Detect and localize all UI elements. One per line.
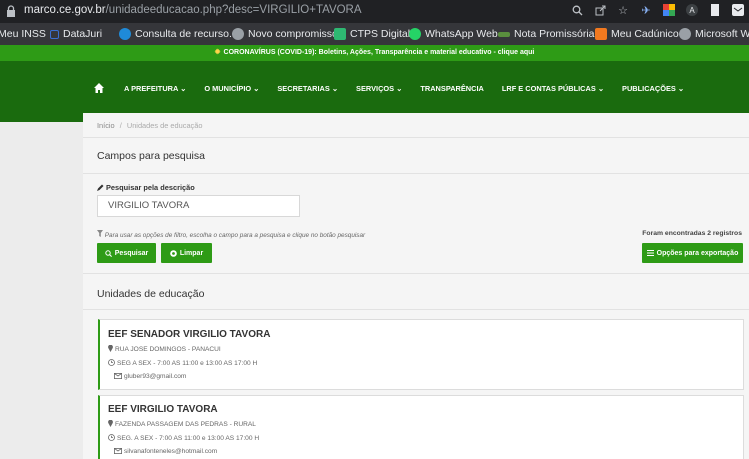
url-text[interactable]: marco.ce.gov.br/unidadeeducacao.php?desc… [24,4,362,16]
nav-transparencia[interactable]: TRANSPARÊNCIA [420,84,484,93]
unit-email: silvanafonteneles@hotmail.com [114,448,217,455]
ctps-icon [334,28,346,40]
unit-name: EEF SENADOR VIRGILIO TAVORA [108,329,271,340]
extension-colorful-icon[interactable] [662,3,676,17]
content-panel: Início / Unidades de educação Campos par… [83,113,749,459]
breadcrumb-home[interactable]: Início [97,121,115,130]
browser-url-bar[interactable]: marco.ce.gov.br/unidadeeducacao.php?desc… [0,0,749,23]
nota-icon [498,31,510,37]
unit-address: FAZENDA PASSAGEM DAS PEDRAS - RURAL [108,419,256,428]
url-host: marco.ce.gov.br [24,4,106,16]
bookmark-microsoft[interactable]: Microsoft Wo [679,28,749,40]
bookmarks-bar: Meu INSS DataJuri Consulta de recurso...… [0,23,749,45]
unit-card[interactable]: EEF VIRGILIO TAVORA FAZENDA PASSAGEM DAS… [98,395,744,459]
unit-hours: SEG A SEX - 7:00 AS 11:00 e 13:00 AS 17:… [108,359,257,367]
cadunico-icon [595,28,607,40]
unit-card[interactable]: EEF SENADOR VIRGILIO TAVORA RUA JOSE DOM… [98,319,744,390]
pencil-icon [97,184,104,191]
bookmark-nota-promissoria[interactable]: Nota Promissória [498,28,595,40]
clear-button[interactable]: Limpar [161,243,212,263]
svg-text:A: A [689,6,695,15]
divider [83,173,749,174]
whatsapp-icon [409,28,421,40]
search-icon[interactable] [570,3,584,17]
bookmark-ctps-digital[interactable]: CTPS Digital [334,28,410,40]
unit-name: EEF VIRGILIO TAVORA [108,404,218,415]
covid-banner-link[interactable]: ✹ CORONAVÍRUS (COVID-19): Boletins, Ações… [0,45,749,61]
share-icon[interactable] [593,3,607,17]
units-section-title: Unidades de educação [97,288,205,300]
search-icon [105,249,112,257]
search-button[interactable]: Pesquisar [97,243,156,263]
map-pin-icon [108,344,113,352]
extension-mail-icon[interactable] [731,3,745,17]
bookmark-meu-inss[interactable]: Meu INSS [0,28,46,40]
extension-rocket-icon[interactable]: ✈ [639,3,653,17]
divider [83,273,749,274]
consulta-icon [119,28,131,40]
list-icon [646,250,654,256]
clock-icon [108,434,115,441]
search-label: Pesquisar pela descrição [97,183,195,192]
unit-email: gluber93@gmail.com [114,373,186,380]
divider [83,137,749,138]
breadcrumb-separator: / [119,121,122,130]
search-input[interactable]: VIRGILIO TAVORA [97,195,300,217]
envelope-icon [114,373,122,379]
datajuri-icon [50,29,59,39]
url-path: /unidadeeducacao.php?desc=VIRGILIO+TAVOR… [105,4,362,16]
bookmark-datajuri[interactable]: DataJuri [50,28,102,40]
main-nav: A PREFEITURA ⌄ O MUNICÍPIO ⌄ SECRETARIAS… [0,61,749,113]
filter-icon [97,230,103,237]
bookmark-consulta-recurso[interactable]: Consulta de recurso... [119,28,238,40]
breadcrumb-current: Unidades de educação [126,121,203,130]
nav-o-municipio[interactable]: O MUNICÍPIO ⌄ [204,84,259,93]
globe-icon [232,28,244,40]
export-options-button[interactable]: Opções para exportação [642,243,743,263]
nav-servicos[interactable]: SERVIÇOS ⌄ [356,84,402,93]
envelope-icon [114,448,122,454]
nav-publicacoes[interactable]: PUBLICAÇÕES ⌄ [622,84,684,93]
lock-icon [7,5,15,17]
clear-icon [170,249,177,257]
bookmark-novo-compromisso[interactable]: Novo compromisso [232,28,338,40]
unit-address: RUA JOSE DOMINGOS - PANACUI [108,344,221,353]
unit-hours: SEG. A SEX - 7:00 AS 11:00 e 13:00 AS 17… [108,434,259,442]
bookmark-meu-cadunico[interactable]: Meu Cadúnico [595,28,679,40]
search-section-title: Campos para pesquisa [97,150,205,162]
extension-book-icon[interactable] [708,3,722,17]
globe-icon [679,28,691,40]
map-pin-icon [108,419,113,427]
home-icon[interactable] [94,83,104,93]
virus-icon: ✹ [214,49,221,56]
bookmark-whatsapp-web[interactable]: WhatsApp Web [409,28,498,40]
star-icon[interactable]: ☆ [616,3,630,17]
breadcrumb: Início / Unidades de educação [97,121,202,130]
left-green-strip [0,113,83,122]
nav-secretarias[interactable]: SECRETARIAS ⌄ [277,84,338,93]
results-count: Foram encontradas 2 registros [642,230,742,237]
extension-a-icon[interactable]: A [685,3,699,17]
nav-lrf-contas[interactable]: LRF E CONTAS PÚBLICAS ⌄ [502,84,604,93]
nav-a-prefeitura[interactable]: A PREFEITURA ⌄ [124,84,186,93]
clock-icon [108,359,115,366]
divider [83,309,749,310]
search-hint: Para usar as opções de filtro, escolha o… [97,230,365,239]
